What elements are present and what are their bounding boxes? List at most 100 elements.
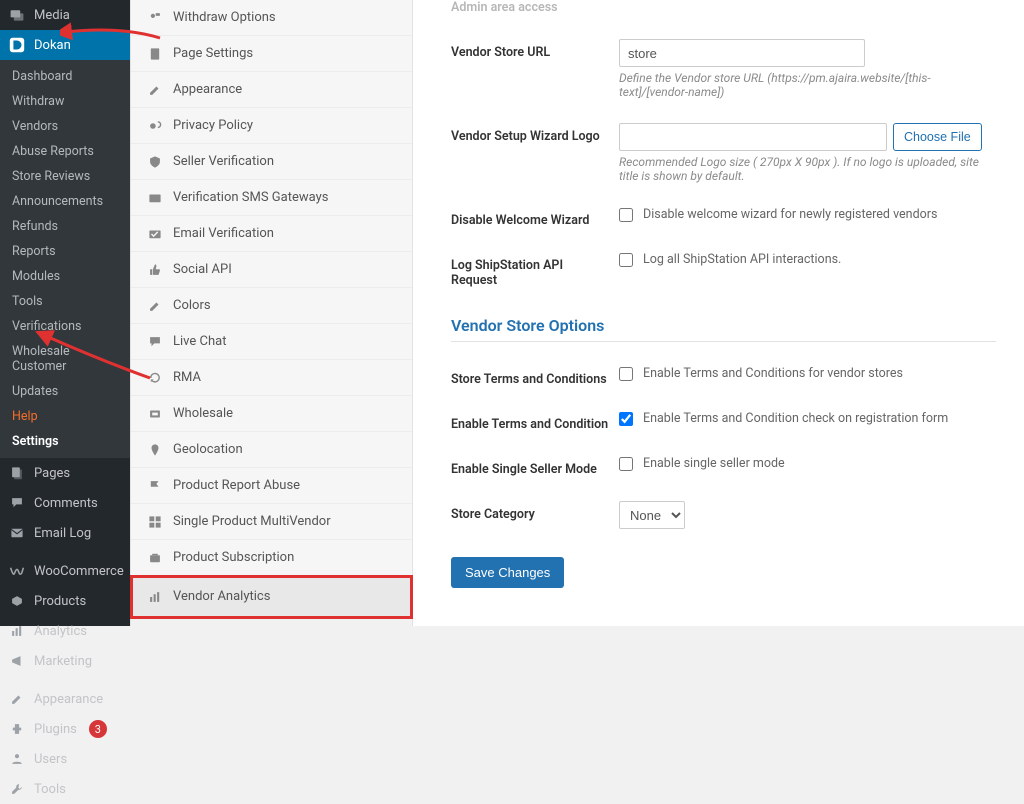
dokan-submenu-abuse-reports[interactable]: Abuse Reports	[0, 139, 130, 164]
settings-tab-label: Withdraw Options	[173, 10, 276, 25]
analytics-icon	[147, 589, 163, 605]
settings-tab-live-chat[interactable]: Live Chat	[131, 324, 412, 360]
dokan-submenu-vendors[interactable]: Vendors	[0, 114, 130, 139]
enable-terms-checkbox[interactable]	[619, 412, 633, 426]
log-shipstation-checkbox[interactable]	[619, 253, 633, 267]
products-icon	[8, 592, 26, 610]
chat-icon	[147, 334, 163, 350]
menu-label: Plugins	[34, 722, 77, 737]
withdraw-icon	[147, 10, 163, 26]
store-terms-chk-label: Enable Terms and Conditions for vendor s…	[643, 366, 903, 381]
disable-wizard-checkbox[interactable]	[619, 208, 633, 222]
settings-tab-label: Product Subscription	[173, 550, 294, 565]
single-seller-chk-label: Enable single seller mode	[643, 456, 785, 471]
menu-pages[interactable]: Pages	[0, 458, 130, 488]
save-changes-button[interactable]: Save Changes	[451, 557, 564, 588]
settings-tab-product-report-abuse[interactable]: Product Report Abuse	[131, 468, 412, 504]
menu-woocommerce[interactable]: WooCommerce	[0, 556, 130, 586]
menu-products[interactable]: Products	[0, 586, 130, 616]
menu-label: Appearance	[34, 692, 103, 707]
choose-file-button[interactable]: Choose File	[893, 123, 982, 151]
page-icon	[147, 46, 163, 62]
settings-tab-single-product-multivendor[interactable]: Single Product MultiVendor	[131, 504, 412, 540]
dokan-submenu-modules[interactable]: Modules	[0, 264, 130, 289]
settings-tab-colors[interactable]: Colors	[131, 288, 412, 324]
settings-tab-label: Live Chat	[173, 334, 226, 349]
menu-label: Marketing	[34, 654, 92, 669]
settings-tab-label: Colors	[173, 298, 211, 313]
dokan-submenu-announcements[interactable]: Announcements	[0, 189, 130, 214]
dokan-submenu-help[interactable]: Help	[0, 404, 130, 429]
appearance-icon	[8, 690, 26, 708]
woocommerce-icon	[8, 562, 26, 580]
menu-plugins[interactable]: Plugins 3	[0, 714, 130, 744]
dokan-submenu-store-reviews[interactable]: Store Reviews	[0, 164, 130, 189]
settings-tab-label: Wholesale	[173, 406, 233, 421]
settings-tab-appearance[interactable]: Appearance	[131, 72, 412, 108]
menu-analytics[interactable]: Analytics	[0, 616, 130, 646]
vendor-store-url-input[interactable]	[619, 39, 865, 67]
wizard-logo-input[interactable]	[619, 123, 887, 151]
vendor-store-options-heading: Vendor Store Options	[451, 316, 996, 342]
menu-marketing[interactable]: Marketing	[0, 646, 130, 676]
flag-icon	[147, 478, 163, 494]
store-terms-checkbox[interactable]	[619, 367, 633, 381]
menu-label: WooCommerce	[34, 564, 124, 579]
appearance-icon	[147, 82, 163, 98]
settings-tab-label: Privacy Policy	[173, 118, 253, 133]
log-shipstation-label: Log ShipStation API Request	[451, 252, 611, 288]
settings-tab-label: Seller Verification	[173, 154, 274, 169]
settings-tab-page-settings[interactable]: Page Settings	[131, 36, 412, 72]
menu-label: Media	[34, 8, 70, 23]
single-seller-label: Enable Single Seller Mode	[451, 456, 611, 477]
settings-tab-social-api[interactable]: Social API	[131, 252, 412, 288]
dokan-submenu-reports[interactable]: Reports	[0, 239, 130, 264]
settings-tab-label: Social API	[173, 262, 232, 277]
tools-icon	[8, 780, 26, 798]
settings-tab-product-subscription[interactable]: Product Subscription	[131, 540, 412, 576]
store-category-select[interactable]: None	[619, 501, 685, 529]
menu-users[interactable]: Users	[0, 744, 130, 774]
settings-tab-seller-verification[interactable]: Seller Verification	[131, 144, 412, 180]
single-seller-checkbox[interactable]	[619, 457, 633, 471]
settings-tab-wholesale[interactable]: Wholesale	[131, 396, 412, 432]
mail-icon	[147, 190, 163, 206]
dokan-submenu-refunds[interactable]: Refunds	[0, 214, 130, 239]
vendor-store-url-label: Vendor Store URL	[451, 39, 611, 60]
settings-tab-email-verification[interactable]: Email Verification	[131, 216, 412, 252]
log-shipstation-chk-label: Log all ShipStation API interactions.	[643, 252, 841, 267]
menu-comments[interactable]: Comments	[0, 488, 130, 518]
dokan-submenu-verifications[interactable]: Verifications	[0, 314, 130, 339]
settings-tab-withdraw-options[interactable]: Withdraw Options	[131, 0, 412, 36]
store-terms-label: Store Terms and Conditions	[451, 366, 611, 387]
settings-tab-label: Vendor Analytics	[173, 589, 270, 604]
settings-tab-label: RMA	[173, 370, 201, 385]
dokan-submenu-updates[interactable]: Updates	[0, 379, 130, 404]
check-mail-icon	[147, 226, 163, 242]
dokan-submenu-dashboard[interactable]: Dashboard	[0, 64, 130, 89]
grid-icon	[147, 514, 163, 530]
media-icon	[8, 6, 26, 24]
settings-tab-privacy-policy[interactable]: Privacy Policy	[131, 108, 412, 144]
settings-tab-verification-sms-gateways[interactable]: Verification SMS Gateways	[131, 180, 412, 216]
vendor-store-url-hint: Define the Vendor store URL (https://pm.…	[619, 71, 996, 99]
settings-tab-rma[interactable]: RMA	[131, 360, 412, 396]
wp-admin-sidebar: Media Dokan DashboardWithdrawVendorsAbus…	[0, 0, 130, 626]
settings-tab-geolocation[interactable]: Geolocation	[131, 432, 412, 468]
menu-tools[interactable]: Tools	[0, 774, 130, 804]
menu-media[interactable]: Media	[0, 0, 130, 30]
dokan-submenu-tools[interactable]: Tools	[0, 289, 130, 314]
sub-icon	[147, 550, 163, 566]
dokan-submenu-wholesale-customer[interactable]: Wholesale Customer	[0, 339, 130, 379]
menu-appearance[interactable]: Appearance	[0, 684, 130, 714]
menu-label: Email Log	[34, 526, 91, 541]
settings-tab-vendor-analytics[interactable]: Vendor Analytics	[131, 576, 412, 618]
settings-tab-label: Appearance	[173, 82, 242, 97]
dokan-submenu-settings[interactable]: Settings	[0, 429, 130, 454]
menu-email-log[interactable]: Email Log	[0, 518, 130, 548]
disable-wizard-label: Disable Welcome Wizard	[451, 207, 611, 228]
menu-dokan[interactable]: Dokan	[0, 30, 130, 60]
settings-tab-label: Page Settings	[173, 46, 253, 61]
disable-wizard-chk-label: Disable welcome wizard for newly registe…	[643, 207, 937, 222]
dokan-submenu-withdraw[interactable]: Withdraw	[0, 89, 130, 114]
